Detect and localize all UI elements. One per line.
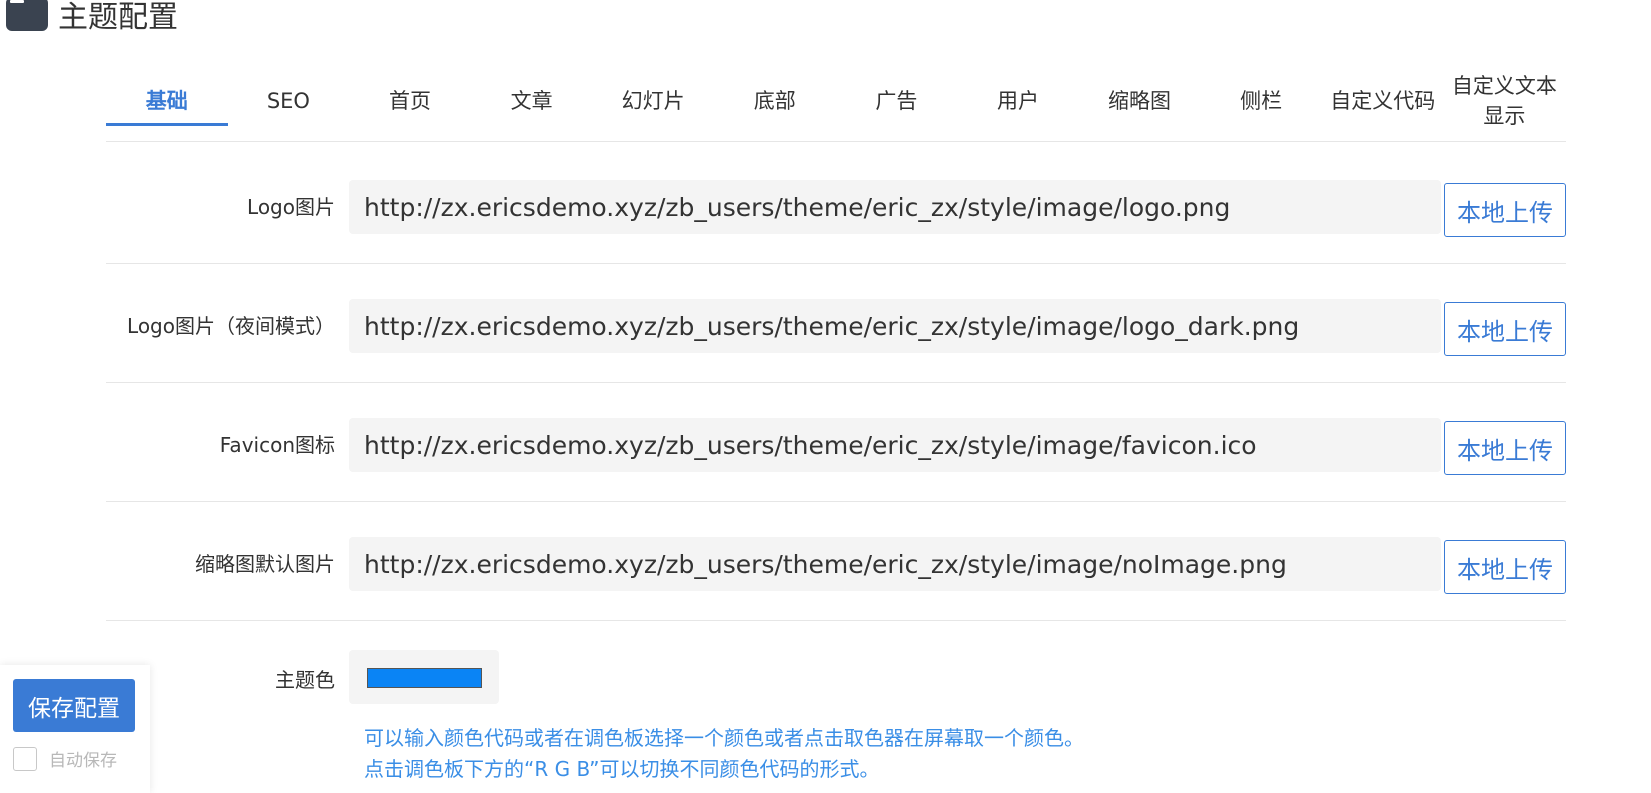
field-label: 缩略图默认图片 [195,551,335,576]
window-icon [6,0,48,31]
tab-basic[interactable]: 基础 [106,60,228,142]
field-label: Logo图片 [247,194,335,219]
tab-user[interactable]: 用户 [957,60,1079,142]
field-row-logo-dark: Logo图片（夜间模式） 本地上传 [106,265,1566,383]
favicon-url-input[interactable] [349,418,1441,472]
upload-logo-button[interactable]: 本地上传 [1444,183,1566,237]
tab-seo[interactable]: SEO [228,60,350,142]
field-row-thumbnail: 缩略图默认图片 本地上传 [106,503,1566,621]
theme-config-page: 主题配置 基础 SEO 首页 文章 幻灯片 底部 广告 用户 缩略图 侧栏 自定… [0,0,1651,793]
upload-logo-dark-button[interactable]: 本地上传 [1444,302,1566,356]
tab-footer[interactable]: 底部 [714,60,836,142]
logo-dark-url-input[interactable] [349,299,1441,353]
color-hint-2: 点击调色板下方的“R G B”可以切换不同颜色代码的形式。 [364,757,880,781]
auto-save-toggle[interactable]: 自动保存 [13,746,117,771]
page-header: 主题配置 [6,0,178,40]
save-config-button[interactable]: 保存配置 [13,679,135,732]
upload-thumbnail-button[interactable]: 本地上传 [1444,540,1566,594]
auto-save-checkbox[interactable] [13,746,37,771]
color-picker[interactable] [349,650,499,704]
field-label: Logo图片（夜间模式） [127,313,335,338]
tab-article[interactable]: 文章 [471,60,593,142]
tab-bar: 基础 SEO 首页 文章 幻灯片 底部 广告 用户 缩略图 侧栏 自定义代码 自… [106,60,1566,142]
color-hint-1: 可以输入颜色代码或者在调色板选择一个颜色或者点击取色器在屏幕取一个颜色。 [364,726,1084,750]
tab-home[interactable]: 首页 [349,60,471,142]
upload-favicon-button[interactable]: 本地上传 [1444,421,1566,475]
save-panel: 保存配置 自动保存 [0,665,150,793]
tab-sidebar[interactable]: 侧栏 [1200,60,1322,142]
tab-custom-text[interactable]: 自定义文本显示 [1444,60,1566,142]
logo-url-input[interactable] [349,180,1441,234]
color-swatch [367,668,482,688]
tab-custom-code[interactable]: 自定义代码 [1322,60,1444,142]
tab-slideshow[interactable]: 幻灯片 [592,60,714,142]
field-row-favicon: Favicon图标 本地上传 [106,384,1566,502]
field-row-logo: Logo图片 本地上传 [106,146,1566,264]
tab-thumbnail[interactable]: 缩略图 [1079,60,1201,142]
page-title: 主题配置 [58,0,178,35]
field-label: Favicon图标 [219,432,335,457]
theme-color-row: 主题色 可以输入颜色代码或者在调色板选择一个颜色或者点击取色器在屏幕取一个颜色。… [106,650,1566,793]
tab-ads[interactable]: 广告 [836,60,958,142]
thumbnail-url-input[interactable] [349,537,1441,591]
auto-save-label: 自动保存 [49,751,117,771]
